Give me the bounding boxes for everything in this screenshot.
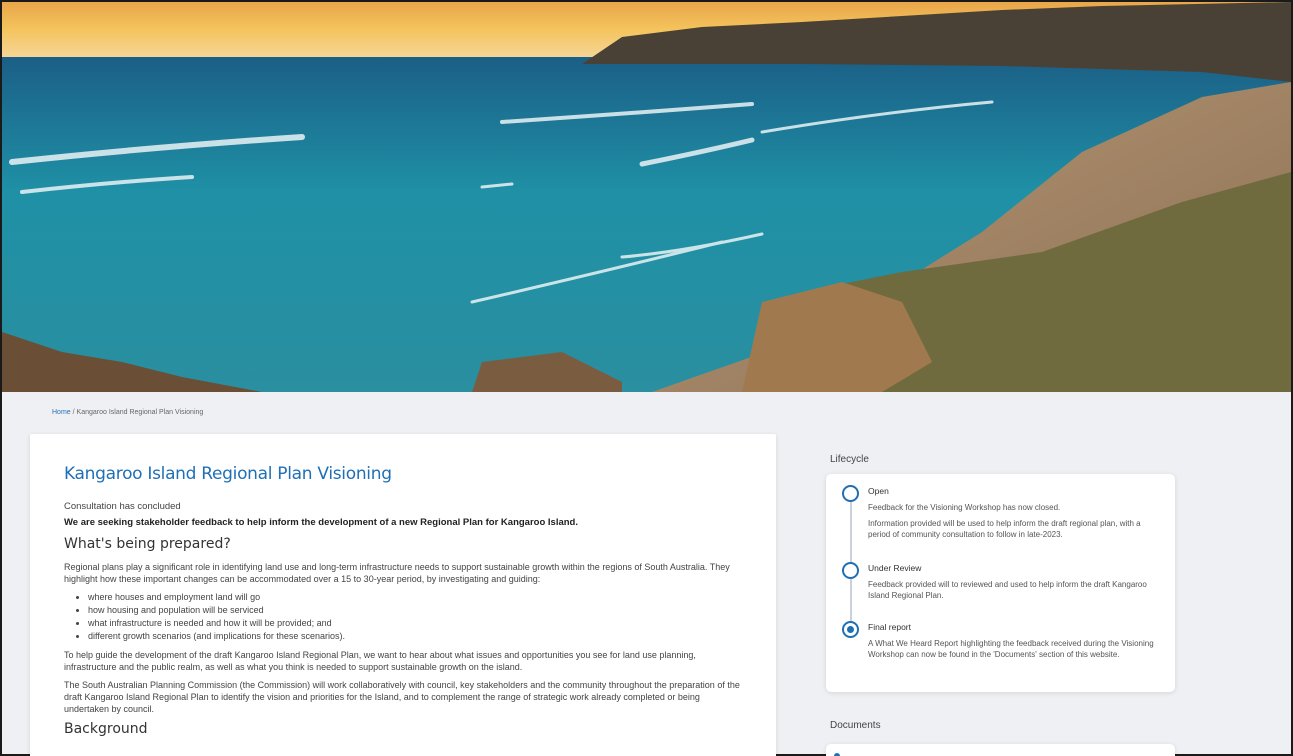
guiding-list: where houses and employment land will go… xyxy=(88,591,742,643)
paragraph-guide-development: To help guide the development of the dra… xyxy=(64,650,696,672)
list-item: how housing and population will be servi… xyxy=(88,604,742,617)
breadcrumb-home-link[interactable]: Home xyxy=(52,409,71,416)
stage-title: Final report xyxy=(868,622,911,632)
page-title: Kangaroo Island Regional Plan Visioning xyxy=(64,464,392,484)
stage-text: Feedback provided will to reviewed and u… xyxy=(868,580,1147,600)
documents-card xyxy=(826,744,1175,756)
lifecycle-label: Lifecycle xyxy=(830,454,869,465)
list-item: where houses and employment land will go xyxy=(88,591,742,604)
paragraph-commission: The South Australian Planning Commission… xyxy=(64,680,740,714)
lifecycle-card: Open Feedback for the Visioning Workshop… xyxy=(826,474,1175,692)
list-item: different growth scenarios (and implicat… xyxy=(88,630,742,643)
breadcrumb: Home / Kangaroo Island Regional Plan Vis… xyxy=(52,409,203,416)
stage-text: Information provided will be used to hel… xyxy=(868,519,1141,539)
consultation-status: Consultation has concluded xyxy=(64,501,181,512)
list-item: what infrastructure is needed and how it… xyxy=(88,617,742,630)
stage-title: Open xyxy=(868,486,889,496)
breadcrumb-current: Kangaroo Island Regional Plan Visioning xyxy=(76,409,204,416)
stage-circle-icon xyxy=(842,562,859,579)
documents-label: Documents xyxy=(830,720,881,731)
stage-circle-icon xyxy=(842,485,859,502)
main-content-card: Kangaroo Island Regional Plan Visioning … xyxy=(30,434,776,756)
section-heading-background: Background xyxy=(64,721,148,737)
stage-text: Feedback for the Visioning Workshop has … xyxy=(868,503,1061,512)
paragraph-regional-plans: Regional plans play a significant role i… xyxy=(64,562,730,584)
stage-title: Under Review xyxy=(868,563,922,573)
breadcrumb-separator: / xyxy=(72,409,75,416)
hero-image xyxy=(2,2,1291,392)
section-heading-prepared: What's being prepared? xyxy=(64,536,231,552)
stage-active-circle-icon xyxy=(842,621,859,638)
stage-text: A What We Heard Report highlighting the … xyxy=(868,639,1154,659)
lead-text: We are seeking stakeholder feedback to h… xyxy=(64,517,578,528)
